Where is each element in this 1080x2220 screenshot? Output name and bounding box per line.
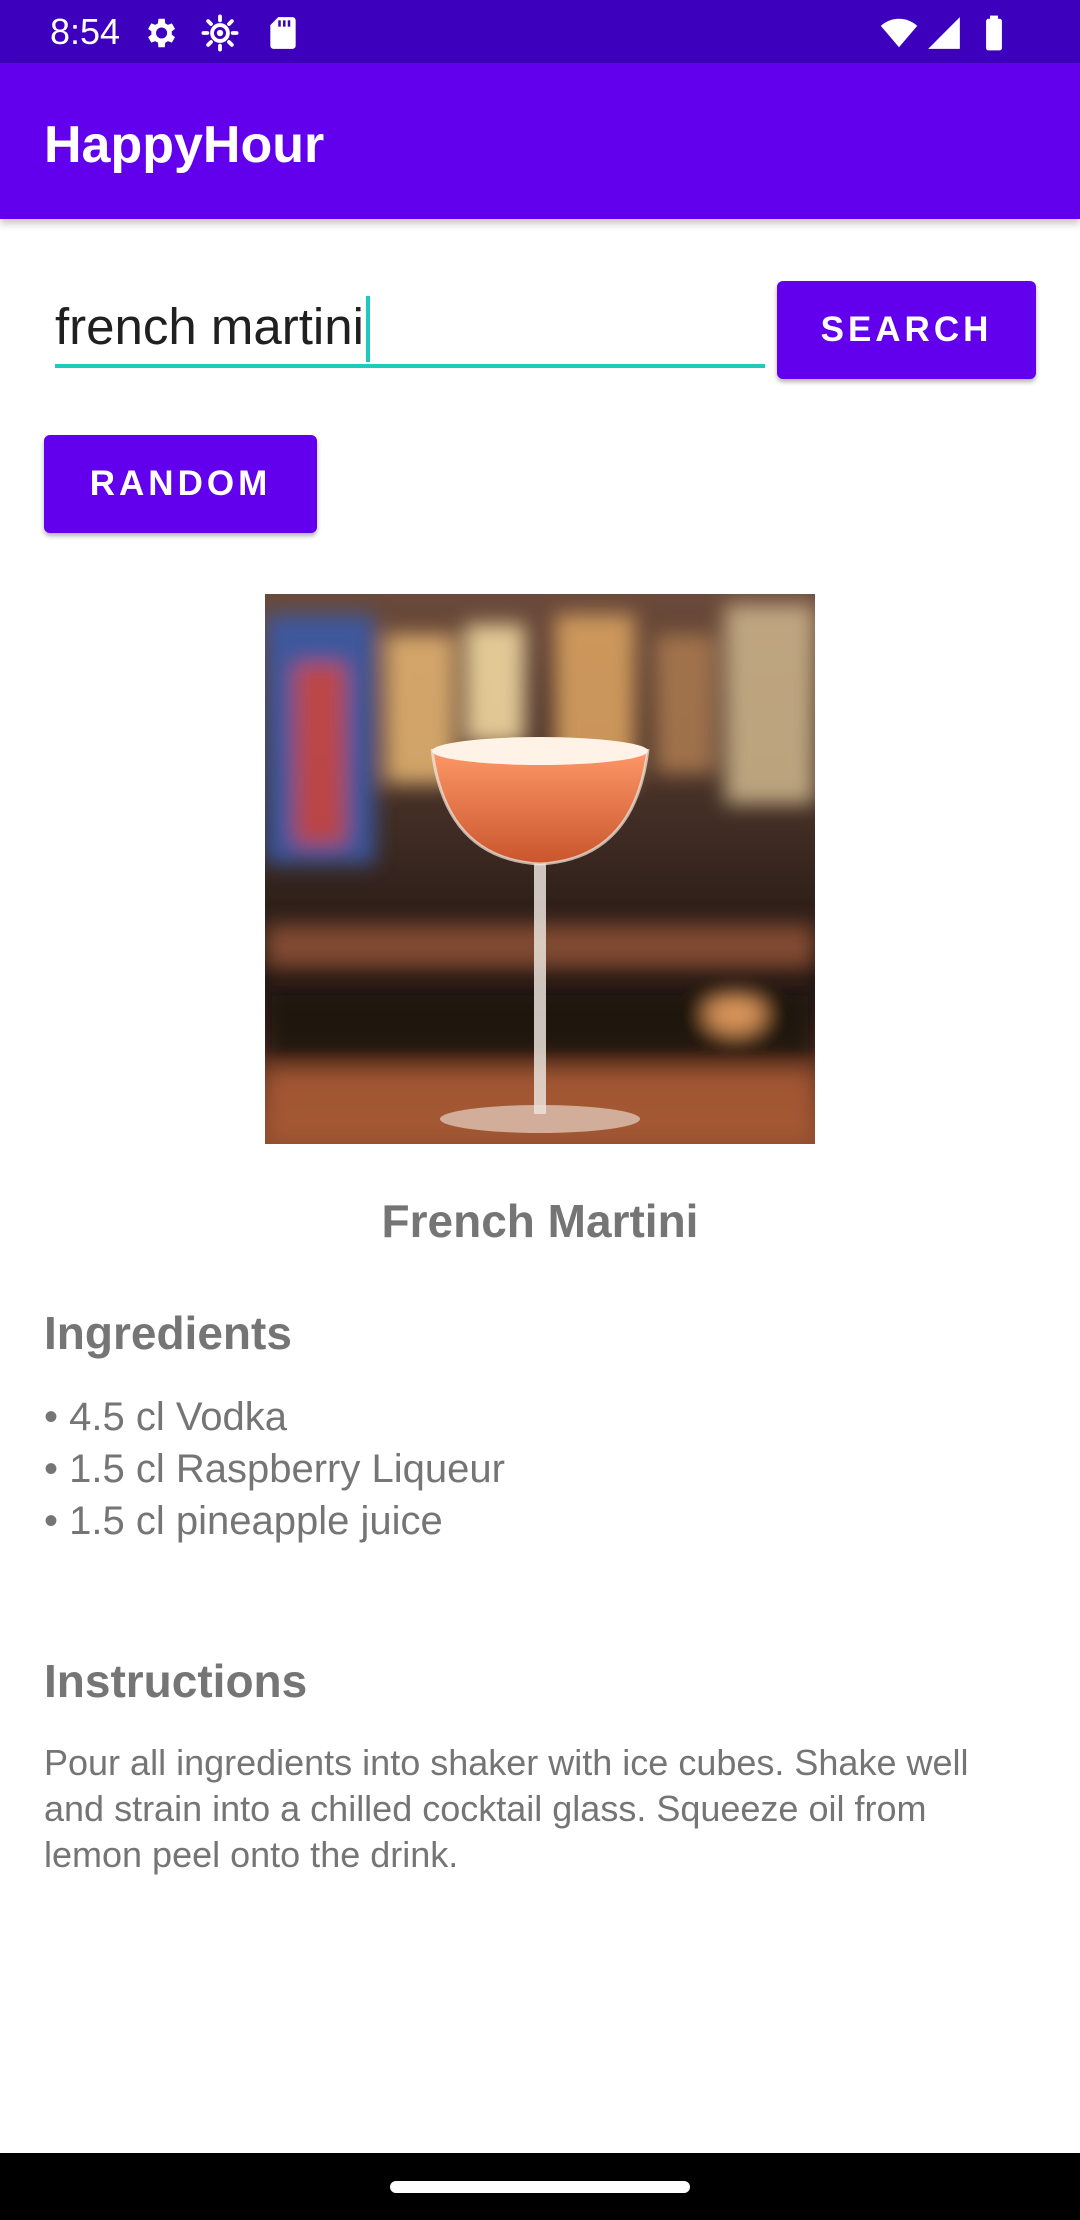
cocktail-photo: [265, 594, 815, 1144]
instructions-heading: Instructions: [44, 1655, 308, 1707]
sun-brightness-icon: [201, 14, 239, 52]
battery-icon: [986, 15, 1002, 51]
ingredient-list: • 4.5 cl Vodka • 1.5 cl Raspberry Liqueu…: [44, 1391, 505, 1547]
app-title: HappyHour: [44, 116, 325, 174]
wifi-icon: [880, 18, 918, 48]
ingredient-item: • 1.5 cl pineapple juice: [44, 1499, 443, 1543]
app-bar: HappyHour: [0, 63, 1080, 219]
signal-icon: [928, 17, 960, 49]
ingredients-heading: Ingredients: [44, 1307, 292, 1359]
drink-image: [265, 594, 815, 1144]
ingredient-item: • 1.5 cl Raspberry Liqueur: [44, 1447, 505, 1491]
ingredient-item: • 4.5 cl Vodka: [44, 1395, 288, 1439]
status-bar: 8:54: [0, 0, 1080, 63]
search-button[interactable]: SEARCH: [777, 281, 1036, 379]
settings-gear-icon: [148, 18, 176, 48]
status-time: 8:54: [50, 11, 121, 52]
random-button[interactable]: RANDOM: [44, 435, 317, 533]
home-gesture-handle[interactable]: [390, 2181, 690, 2193]
search-input[interactable]: [55, 288, 765, 368]
sd-card-icon: [270, 17, 296, 49]
navigation-bar: [0, 2153, 1080, 2220]
text-cursor: [366, 296, 370, 362]
instructions-text: Pour all ingredients into shaker with ic…: [44, 1742, 969, 1875]
drink-name: French Martini: [381, 1195, 699, 1247]
